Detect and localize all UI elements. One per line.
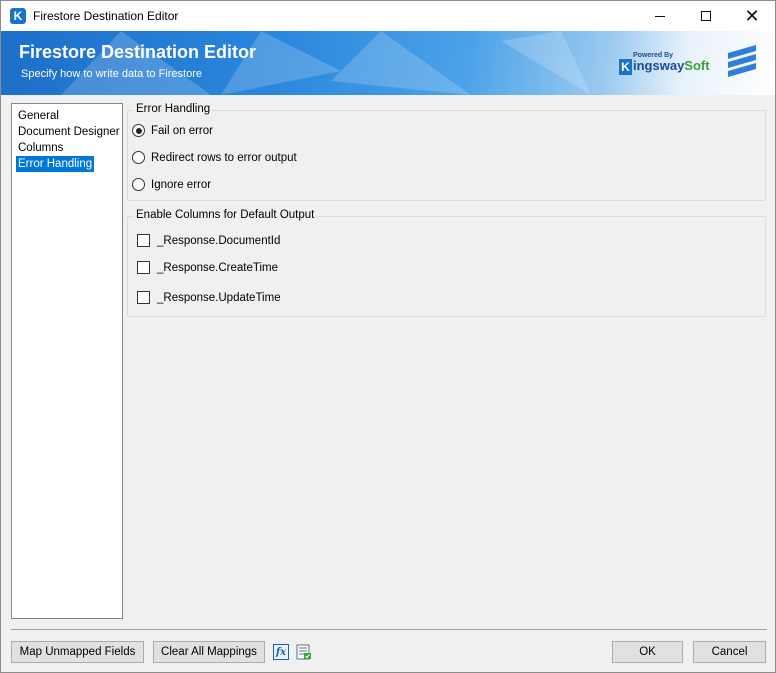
nav-item-general[interactable]: General [16, 108, 61, 124]
updatetime-column-option[interactable]: _Response.UpdateTime [137, 291, 281, 304]
fail-on-error-radio[interactable] [132, 124, 145, 137]
map-unmapped-fields-button[interactable]: Map Unmapped Fields [11, 641, 144, 663]
nav-item-error-handling[interactable]: Error Handling [16, 156, 95, 172]
brand-name-part1: ingsway [633, 58, 685, 73]
redirect-rows-label: Redirect rows to error output [151, 151, 297, 164]
maximize-icon [701, 11, 711, 21]
documentid-checkbox[interactable] [137, 234, 150, 247]
close-icon: ✕ [744, 5, 760, 26]
redirect-rows-option[interactable]: Redirect rows to error output [132, 151, 297, 164]
documentid-label: _Response.DocumentId [157, 234, 281, 247]
window-controls: ✕ [637, 1, 775, 31]
fx-icon: fx [273, 644, 289, 660]
brand-name: ingswaySoft [633, 58, 710, 73]
updatetime-label: _Response.UpdateTime [157, 291, 281, 304]
title-bar: K Firestore Destination Editor ✕ [1, 1, 775, 31]
error-handling-legend: Error Handling [134, 103, 213, 115]
maximize-button[interactable] [683, 1, 729, 31]
updatetime-checkbox[interactable] [137, 291, 150, 304]
ok-button[interactable]: OK [612, 641, 683, 663]
footer-separator [11, 629, 767, 630]
error-handling-group: Error Handling Fail on error Redirect ro… [127, 103, 766, 201]
editor-window: K Firestore Destination Editor ✕ Firesto… [0, 0, 776, 673]
minimize-button[interactable] [637, 1, 683, 31]
banner-title: Firestore Destination Editor [19, 42, 257, 62]
minimize-icon [655, 15, 665, 17]
export-mappings-button[interactable] [295, 643, 313, 661]
brand-name-part2: Soft [684, 58, 710, 73]
redirect-rows-radio[interactable] [132, 151, 145, 164]
window-title: Firestore Destination Editor [33, 9, 179, 23]
close-button[interactable]: ✕ [729, 1, 775, 31]
createtime-column-option[interactable]: _Response.CreateTime [137, 261, 278, 274]
spreadsheet-export-icon [296, 644, 311, 660]
ignore-error-radio[interactable] [132, 178, 145, 191]
nav-item-document-designer[interactable]: Document Designer [16, 124, 122, 140]
default-output-group: Enable Columns for Default Output _Respo… [127, 209, 766, 317]
kingswaysoft-app-icon: K [10, 8, 26, 24]
firestore-stack-icon [728, 45, 756, 77]
header-banner: Firestore Destination Editor Specify how… [1, 31, 775, 95]
kingswaysoft-logo: Powered By K ingswaySoft [619, 52, 714, 75]
createtime-checkbox[interactable] [137, 261, 150, 274]
nav-item-columns[interactable]: Columns [16, 140, 65, 156]
clear-all-mappings-button[interactable]: Clear All Mappings [153, 641, 265, 663]
ignore-error-label: Ignore error [151, 178, 212, 191]
fail-on-error-label: Fail on error [151, 124, 213, 137]
fail-on-error-option[interactable]: Fail on error [132, 124, 213, 137]
banner-subtitle: Specify how to write data to Firestore [21, 68, 202, 80]
cancel-button[interactable]: Cancel [693, 641, 766, 663]
createtime-label: _Response.CreateTime [157, 261, 279, 274]
navigation-list: General Document Designer Columns Error … [11, 103, 123, 619]
brand-k-icon: K [619, 59, 632, 75]
ignore-error-option[interactable]: Ignore error [132, 178, 211, 191]
expression-button[interactable]: fx [272, 643, 290, 661]
documentid-column-option[interactable]: _Response.DocumentId [137, 234, 280, 247]
default-output-legend: Enable Columns for Default Output [134, 209, 317, 221]
